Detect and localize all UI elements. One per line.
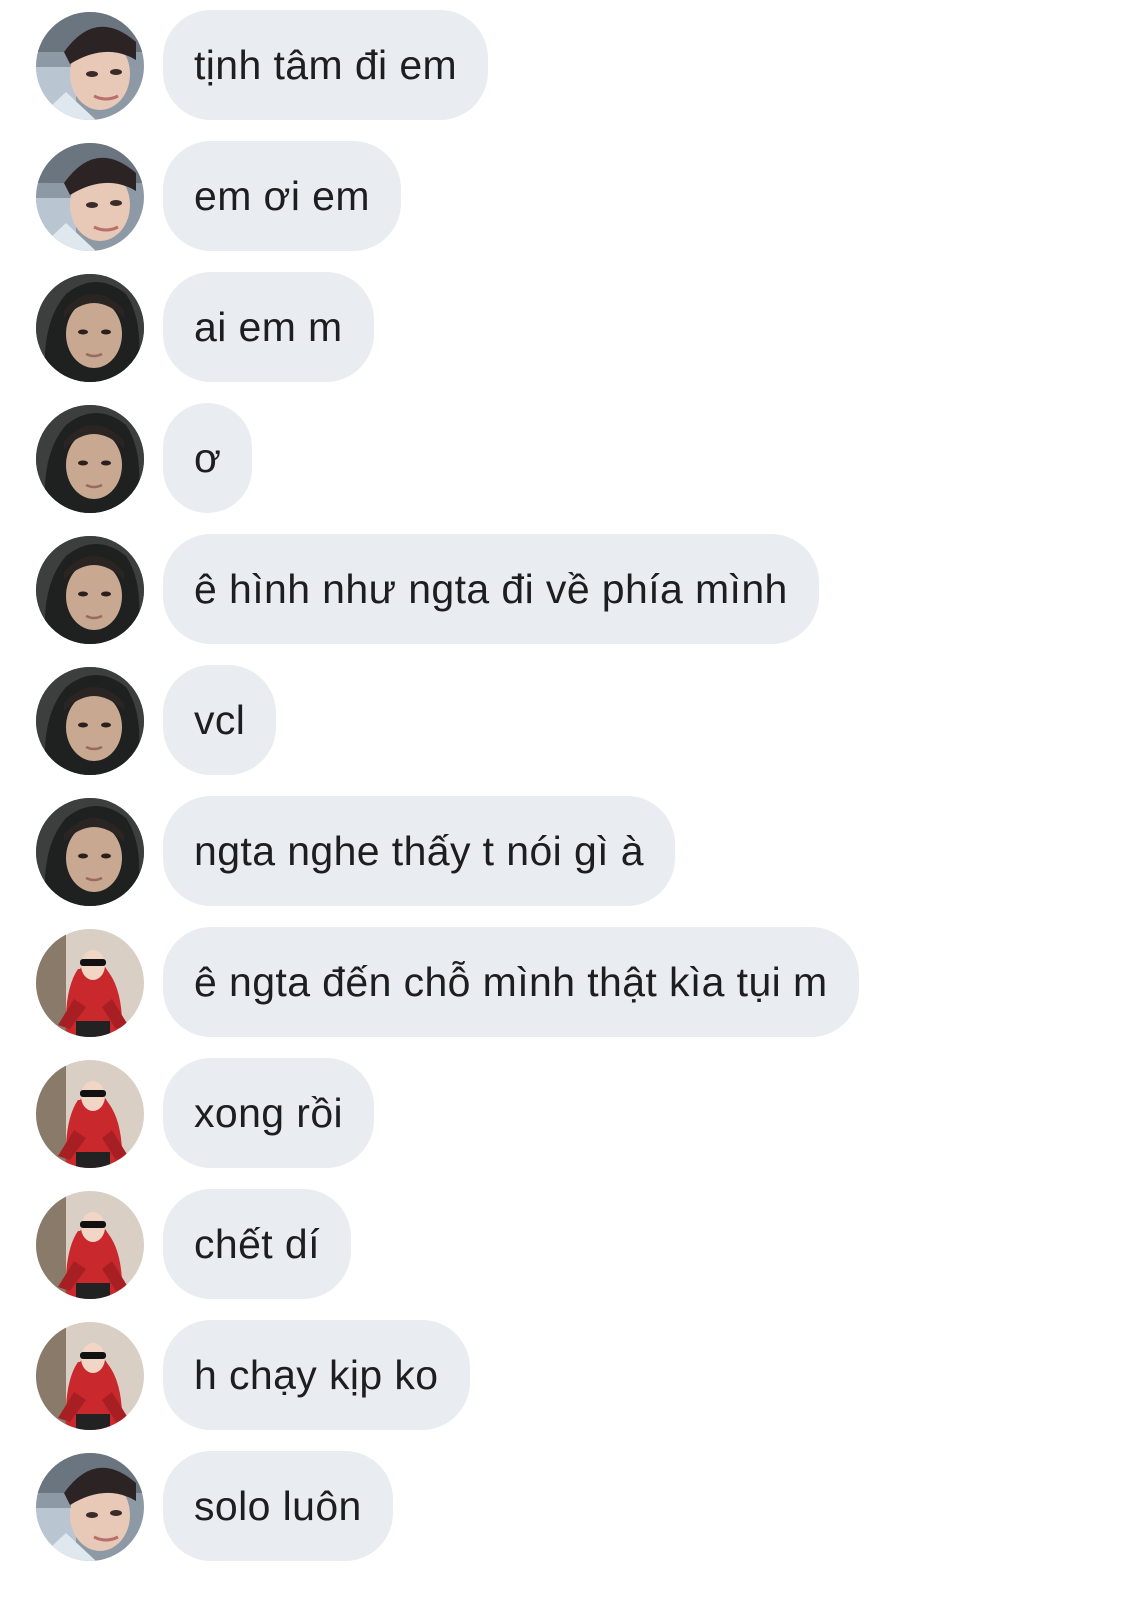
message-bubble[interactable]: solo luôn [163,1451,393,1561]
message-text: ê hình như ngta đi về phía mình [194,565,788,612]
message-row: solo luôn [36,1451,1096,1561]
message-text: h chạy kịp ko [194,1351,439,1398]
message-text: ơ [194,434,222,481]
message-text: ê ngta đến chỗ mình thật kìa tụi m [194,958,828,1005]
message-bubble[interactable]: ngta nghe thấy t nói gì à [163,796,675,906]
message-row: ai em m [36,272,1096,382]
message-text: chết dí [194,1220,320,1267]
message-text: em ơi em [194,172,370,219]
avatar[interactable] [36,1453,144,1561]
message-text: ai em m [194,303,343,350]
avatar[interactable] [36,667,144,775]
message-bubble[interactable]: tịnh tâm đi em [163,10,489,120]
message-row: ngta nghe thấy t nói gì à [36,796,1096,906]
avatar[interactable] [36,1060,144,1168]
message-row: ê ngta đến chỗ mình thật kìa tụi m [36,927,1096,1037]
avatar[interactable] [36,536,144,644]
message-text: vcl [194,696,246,743]
message-bubble[interactable]: ê ngta đến chỗ mình thật kìa tụi m [163,927,859,1037]
message-text: ngta nghe thấy t nói gì à [194,827,644,874]
message-row: h chạy kịp ko [36,1320,1096,1430]
avatar[interactable] [36,929,144,1037]
message-bubble[interactable]: vcl [163,665,277,775]
message-bubble[interactable]: h chạy kịp ko [163,1320,470,1430]
message-bubble[interactable]: chết dí [163,1189,351,1299]
avatar[interactable] [36,798,144,906]
avatar[interactable] [36,143,144,251]
message-row: xong rồi [36,1058,1096,1168]
message-text: solo luôn [194,1482,362,1529]
message-thread[interactable]: tịnh tâm đi em em ơi em ai em m ơ ê hình… [0,0,1125,1619]
message-text: tịnh tâm đi em [194,41,458,88]
message-bubble[interactable]: ai em m [163,272,374,382]
avatar[interactable] [36,1191,144,1299]
avatar[interactable] [36,405,144,513]
avatar[interactable] [36,274,144,382]
message-bubble[interactable]: ê hình như ngta đi về phía mình [163,534,819,644]
message-row: vcl [36,665,1096,775]
avatar[interactable] [36,1322,144,1430]
message-row: tịnh tâm đi em [36,10,1096,120]
message-bubble[interactable]: ơ [163,403,253,513]
message-row: ê hình như ngta đi về phía mình [36,534,1096,644]
message-bubble[interactable]: xong rồi [163,1058,375,1168]
message-row: em ơi em [36,141,1096,251]
avatar[interactable] [36,12,144,120]
message-row: chết dí [36,1189,1096,1299]
message-bubble[interactable]: em ơi em [163,141,401,251]
message-text: xong rồi [194,1089,344,1136]
message-row: ơ [36,403,1096,513]
